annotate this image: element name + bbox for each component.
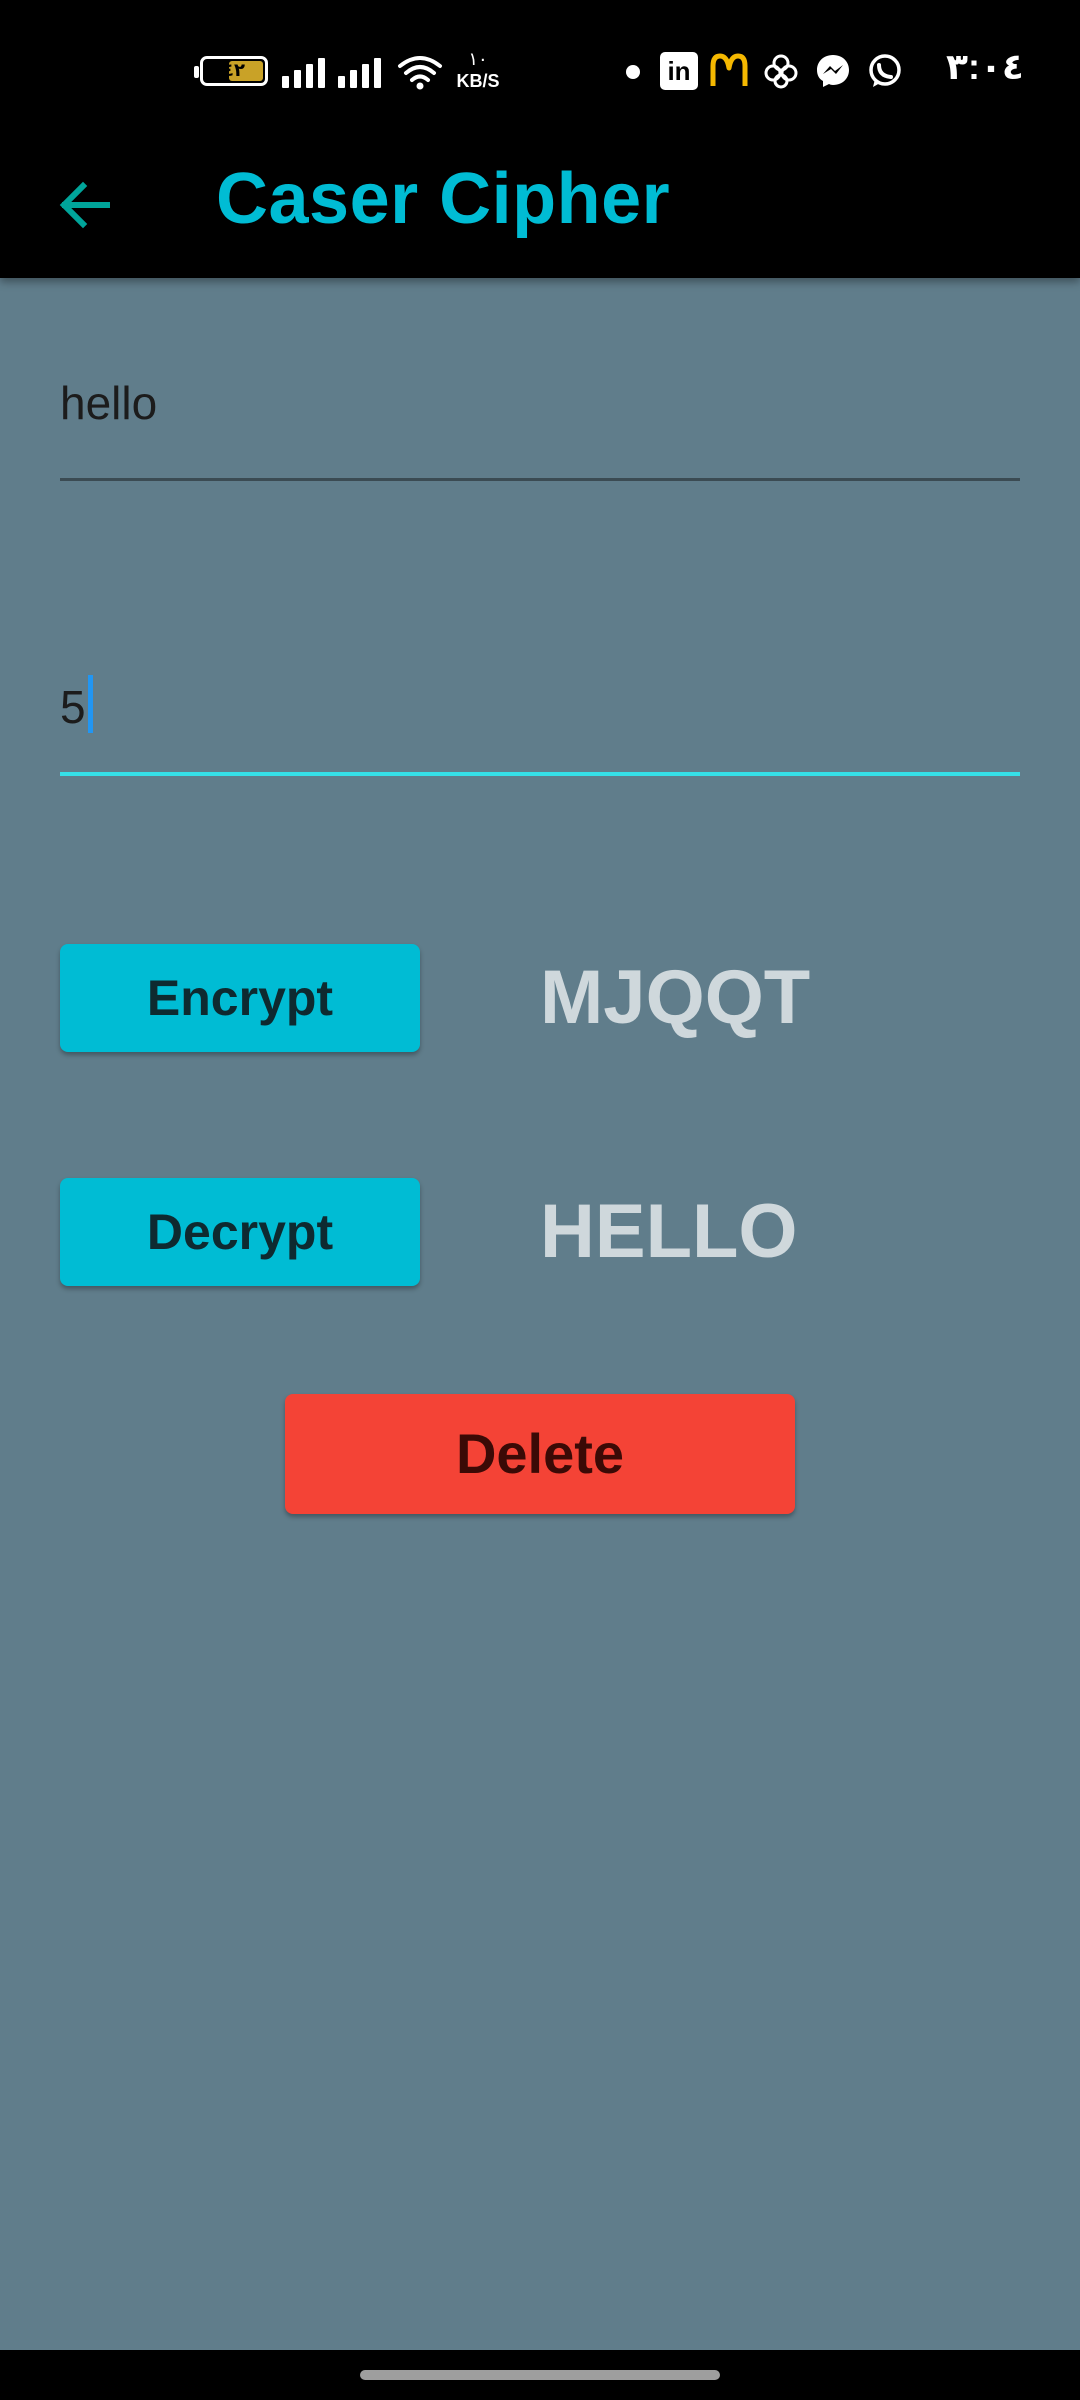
messenger-icon (817, 55, 849, 87)
decrypted-result: HELLO (540, 1189, 798, 1274)
shift-key-input[interactable]: 5 (60, 675, 1020, 779)
signal-1-icon (282, 54, 330, 88)
page-title: Caser Cipher (216, 159, 671, 239)
network-speed: ١٠ KB/S (452, 50, 504, 90)
back-button[interactable] (50, 170, 120, 240)
decrypt-button[interactable]: Decrypt (60, 1178, 420, 1286)
linkedin-icon: in (660, 52, 698, 90)
delete-button[interactable]: Delete (285, 1394, 795, 1514)
wifi-icon (398, 56, 442, 90)
status-bar: ٤٢ ١٠ KB/S in ٣:٠٤ (0, 0, 1080, 140)
home-gesture-handle[interactable] (360, 2370, 720, 2380)
navigation-bar (0, 2350, 1080, 2400)
text-cursor (87, 675, 93, 733)
network-speed-unit: KB/S (456, 71, 500, 91)
encrypted-result: MJQQT (540, 955, 811, 1040)
signal-2-icon (338, 54, 386, 88)
battery-level: ٤٢ (223, 60, 245, 80)
plaintext-input-underline (60, 478, 1020, 481)
notification-dot-icon (626, 65, 640, 79)
plaintext-input-value[interactable]: hello (60, 380, 1020, 426)
arrow-left-icon (59, 181, 110, 229)
clock: ٣:٠٤ (946, 46, 1024, 87)
plaintext-input[interactable]: hello (60, 380, 1020, 484)
shift-key-input-underline (60, 772, 1020, 776)
mcdonalds-icon (710, 53, 748, 86)
network-speed-value: ١٠ (468, 49, 488, 69)
shift-key-input-value[interactable]: 5 (60, 681, 86, 733)
battery-icon: ٤٢ (194, 56, 268, 86)
app-bar: Caser Cipher (0, 140, 1080, 278)
encrypt-button[interactable]: Encrypt (60, 944, 420, 1052)
clover-icon (764, 54, 798, 89)
whatsapp-icon (869, 54, 901, 87)
